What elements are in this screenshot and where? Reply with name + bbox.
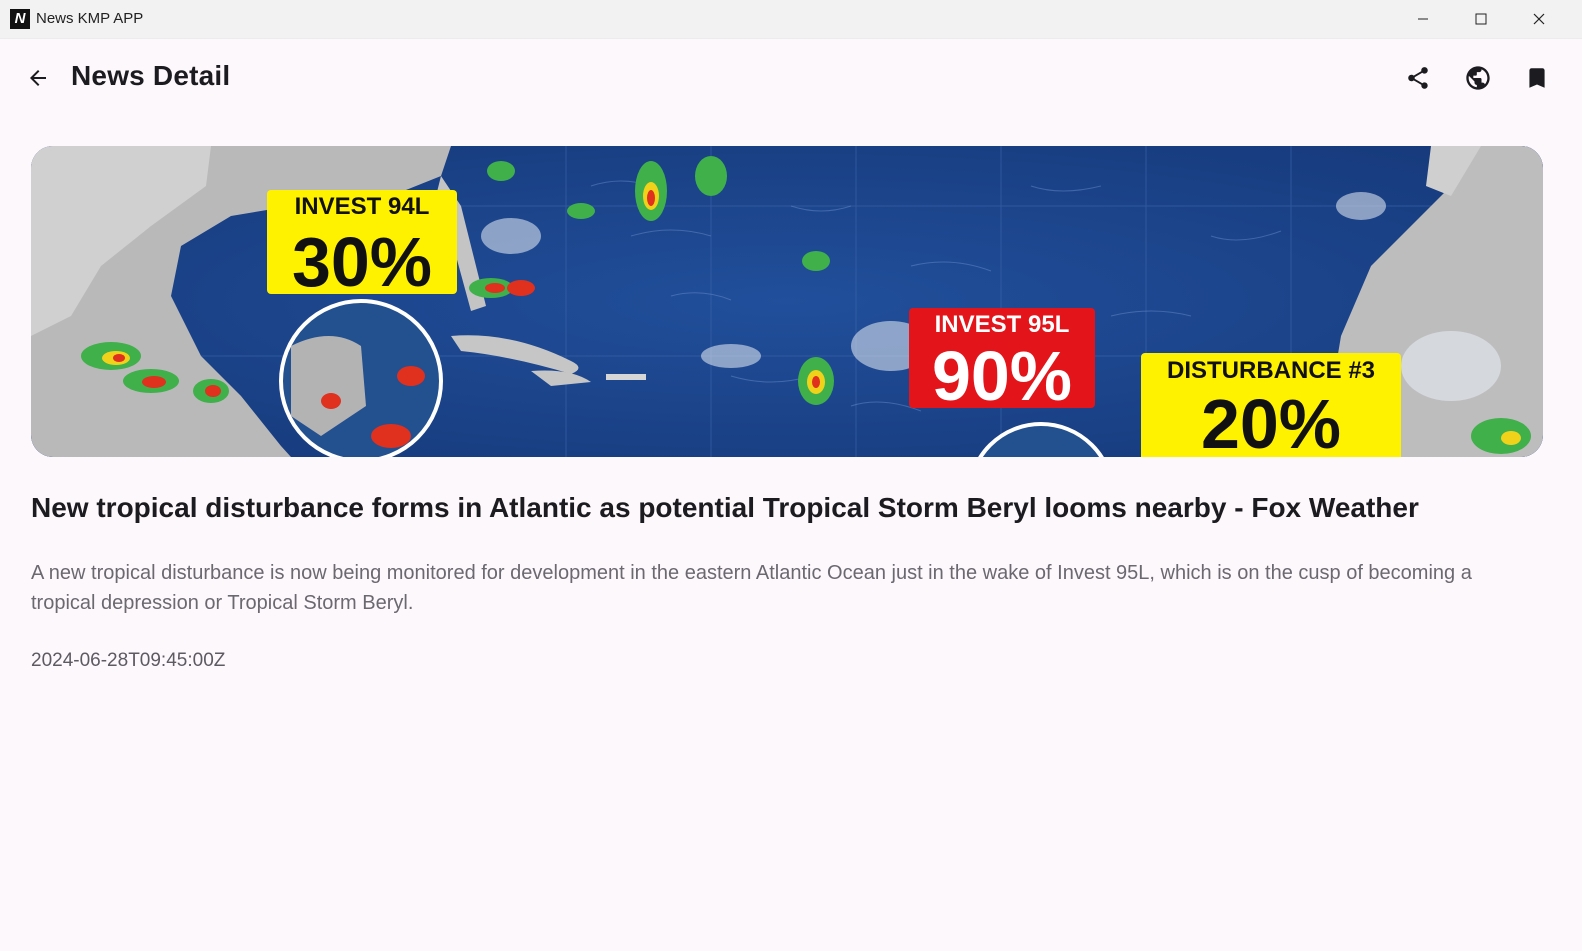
arrow-back-icon (30, 70, 46, 86)
app-window: N News KMP APP News Detail INVEST 94L 30… (0, 0, 1582, 951)
window-title: News KMP APP (36, 10, 144, 27)
minimize-button[interactable] (1394, 0, 1452, 38)
top-app-bar: News Detail (0, 38, 1582, 118)
app-logo-icon: N (10, 9, 30, 29)
invest-94l-name: INVEST 94L (295, 193, 430, 220)
invest-94l-percent: 30% (292, 223, 432, 301)
article-published-date: 2024-06-28T09:45:00Z (31, 650, 226, 671)
maximize-icon (1475, 13, 1487, 25)
close-icon (1533, 13, 1545, 25)
open-in-browser-button[interactable] (1456, 56, 1500, 100)
invest-95l-percent: 90% (932, 337, 1072, 415)
maximize-button[interactable] (1452, 0, 1510, 38)
share-icon (1408, 67, 1428, 89)
article-description: A new tropical disturbance is now being … (31, 562, 1472, 614)
disturbance-3-name: DISTURBANCE #3 (1167, 357, 1375, 384)
close-window-button[interactable] (1510, 0, 1568, 38)
bookmark-icon (1529, 68, 1545, 88)
tropical-outlook-map: INVEST 94L 30% INVEST 95L 90% DISTURBANC… (31, 146, 1543, 457)
back-button[interactable] (18, 58, 58, 98)
globe-icon (1466, 66, 1490, 90)
window-titlebar[interactable]: N News KMP APP (0, 0, 1582, 39)
article-image: INVEST 94L 30% INVEST 95L 90% DISTURBANC… (31, 146, 1543, 457)
minimize-icon (1418, 18, 1428, 20)
invest-95l-name: INVEST 95L (935, 311, 1070, 338)
article-headline: New tropical disturbance forms in Atlant… (31, 492, 1419, 523)
bookmark-button[interactable] (1515, 56, 1559, 100)
disturbance-3-percent: 20% (1201, 385, 1341, 457)
page-title: News Detail (71, 60, 231, 91)
share-button[interactable] (1396, 56, 1440, 100)
